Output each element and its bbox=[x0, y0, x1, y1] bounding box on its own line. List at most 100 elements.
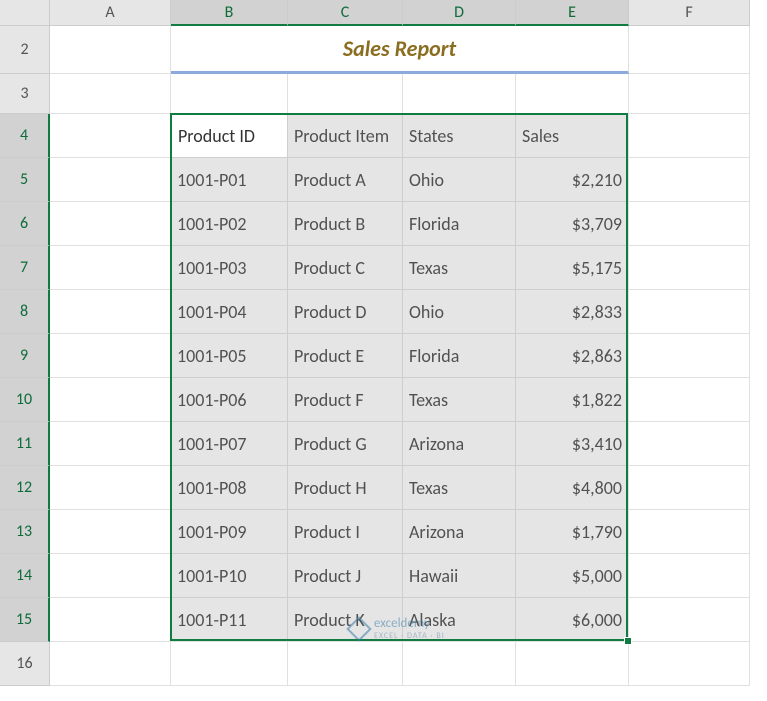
row-header-13[interactable]: 13 bbox=[0, 510, 50, 554]
cell-E4[interactable]: Sales bbox=[516, 114, 629, 158]
cell-F8[interactable] bbox=[629, 290, 750, 334]
cell-B6[interactable]: 1001-P02 bbox=[171, 202, 288, 246]
cell-B15[interactable]: 1001-P11 bbox=[171, 598, 288, 642]
cell-B14[interactable]: 1001-P10 bbox=[171, 554, 288, 598]
cell-A8[interactable] bbox=[50, 290, 171, 334]
cell-C3[interactable] bbox=[288, 74, 403, 114]
cell-B8[interactable]: 1001-P04 bbox=[171, 290, 288, 334]
cell-C8[interactable]: Product D bbox=[288, 290, 403, 334]
cell-D16[interactable] bbox=[403, 642, 516, 686]
cell-B5[interactable]: 1001-P01 bbox=[171, 158, 288, 202]
cell-D14[interactable]: Hawaii bbox=[403, 554, 516, 598]
row-header-8[interactable]: 8 bbox=[0, 290, 50, 334]
cell-B10[interactable]: 1001-P06 bbox=[171, 378, 288, 422]
cell-D9[interactable]: Florida bbox=[403, 334, 516, 378]
cell-D8[interactable]: Ohio bbox=[403, 290, 516, 334]
cell-E9[interactable]: $2,863 bbox=[516, 334, 629, 378]
cell-D7[interactable]: Texas bbox=[403, 246, 516, 290]
cell-D4[interactable]: States bbox=[403, 114, 516, 158]
cell-E8[interactable]: $2,833 bbox=[516, 290, 629, 334]
cell-D12[interactable]: Texas bbox=[403, 466, 516, 510]
row-header-11[interactable]: 11 bbox=[0, 422, 50, 466]
column-header-F[interactable]: F bbox=[629, 0, 750, 26]
row-header-6[interactable]: 6 bbox=[0, 202, 50, 246]
cell-A12[interactable] bbox=[50, 466, 171, 510]
cell-D6[interactable]: Florida bbox=[403, 202, 516, 246]
cell-C13[interactable]: Product I bbox=[288, 510, 403, 554]
cell-C14[interactable]: Product J bbox=[288, 554, 403, 598]
cell-A5[interactable] bbox=[50, 158, 171, 202]
cell-C6[interactable]: Product B bbox=[288, 202, 403, 246]
cell-F5[interactable] bbox=[629, 158, 750, 202]
cell-E3[interactable] bbox=[516, 74, 629, 114]
cell-F9[interactable] bbox=[629, 334, 750, 378]
cell-B2[interactable]: Sales Report bbox=[171, 26, 629, 74]
cell-B16[interactable] bbox=[171, 642, 288, 686]
column-header-B[interactable]: B bbox=[171, 0, 288, 26]
cell-C10[interactable]: Product F bbox=[288, 378, 403, 422]
cell-A2[interactable] bbox=[50, 26, 171, 74]
cell-E10[interactable]: $1,822 bbox=[516, 378, 629, 422]
cell-C7[interactable]: Product C bbox=[288, 246, 403, 290]
cell-B4[interactable]: Product ID bbox=[171, 114, 288, 158]
cell-B13[interactable]: 1001-P09 bbox=[171, 510, 288, 554]
cell-B3[interactable] bbox=[171, 74, 288, 114]
cell-F13[interactable] bbox=[629, 510, 750, 554]
select-all-corner[interactable] bbox=[0, 0, 50, 26]
cell-E16[interactable] bbox=[516, 642, 629, 686]
cell-F7[interactable] bbox=[629, 246, 750, 290]
cell-E5[interactable]: $2,210 bbox=[516, 158, 629, 202]
cell-C9[interactable]: Product E bbox=[288, 334, 403, 378]
column-header-C[interactable]: C bbox=[288, 0, 403, 26]
row-header-5[interactable]: 5 bbox=[0, 158, 50, 202]
cell-F3[interactable] bbox=[629, 74, 750, 114]
cell-D11[interactable]: Arizona bbox=[403, 422, 516, 466]
row-header-12[interactable]: 12 bbox=[0, 466, 50, 510]
cell-A6[interactable] bbox=[50, 202, 171, 246]
row-header-4[interactable]: 4 bbox=[0, 114, 50, 158]
row-header-15[interactable]: 15 bbox=[0, 598, 50, 642]
cell-E11[interactable]: $3,410 bbox=[516, 422, 629, 466]
column-header-A[interactable]: A bbox=[50, 0, 171, 26]
row-header-7[interactable]: 7 bbox=[0, 246, 50, 290]
cell-A10[interactable] bbox=[50, 378, 171, 422]
column-header-D[interactable]: D bbox=[403, 0, 516, 26]
cell-B7[interactable]: 1001-P03 bbox=[171, 246, 288, 290]
fill-handle[interactable] bbox=[624, 637, 632, 645]
cell-E15[interactable]: $6,000 bbox=[516, 598, 629, 642]
cell-A4[interactable] bbox=[50, 114, 171, 158]
cell-E12[interactable]: $4,800 bbox=[516, 466, 629, 510]
row-header-16[interactable]: 16 bbox=[0, 642, 50, 686]
row-header-14[interactable]: 14 bbox=[0, 554, 50, 598]
cell-D3[interactable] bbox=[403, 74, 516, 114]
cell-A7[interactable] bbox=[50, 246, 171, 290]
cell-C12[interactable]: Product H bbox=[288, 466, 403, 510]
cell-C11[interactable]: Product G bbox=[288, 422, 403, 466]
cell-F2[interactable] bbox=[629, 26, 750, 74]
column-header-E[interactable]: E bbox=[516, 0, 629, 26]
cell-E7[interactable]: $5,175 bbox=[516, 246, 629, 290]
cell-F15[interactable] bbox=[629, 598, 750, 642]
cell-C4[interactable]: Product Item bbox=[288, 114, 403, 158]
row-header-3[interactable]: 3 bbox=[0, 74, 50, 114]
cell-A14[interactable] bbox=[50, 554, 171, 598]
row-header-10[interactable]: 10 bbox=[0, 378, 50, 422]
cell-B12[interactable]: 1001-P08 bbox=[171, 466, 288, 510]
cell-F16[interactable] bbox=[629, 642, 750, 686]
cell-F4[interactable] bbox=[629, 114, 750, 158]
cell-D5[interactable]: Ohio bbox=[403, 158, 516, 202]
cell-F10[interactable] bbox=[629, 378, 750, 422]
cell-A13[interactable] bbox=[50, 510, 171, 554]
cell-A9[interactable] bbox=[50, 334, 171, 378]
cell-F11[interactable] bbox=[629, 422, 750, 466]
cell-D13[interactable]: Arizona bbox=[403, 510, 516, 554]
cell-E14[interactable]: $5,000 bbox=[516, 554, 629, 598]
cell-F14[interactable] bbox=[629, 554, 750, 598]
cell-B9[interactable]: 1001-P05 bbox=[171, 334, 288, 378]
cell-A3[interactable] bbox=[50, 74, 171, 114]
cell-E13[interactable]: $1,790 bbox=[516, 510, 629, 554]
grid[interactable]: Sales Report Product IDProduct ItemStates… bbox=[50, 26, 750, 686]
cell-F12[interactable] bbox=[629, 466, 750, 510]
row-header-9[interactable]: 9 bbox=[0, 334, 50, 378]
cell-E6[interactable]: $3,709 bbox=[516, 202, 629, 246]
